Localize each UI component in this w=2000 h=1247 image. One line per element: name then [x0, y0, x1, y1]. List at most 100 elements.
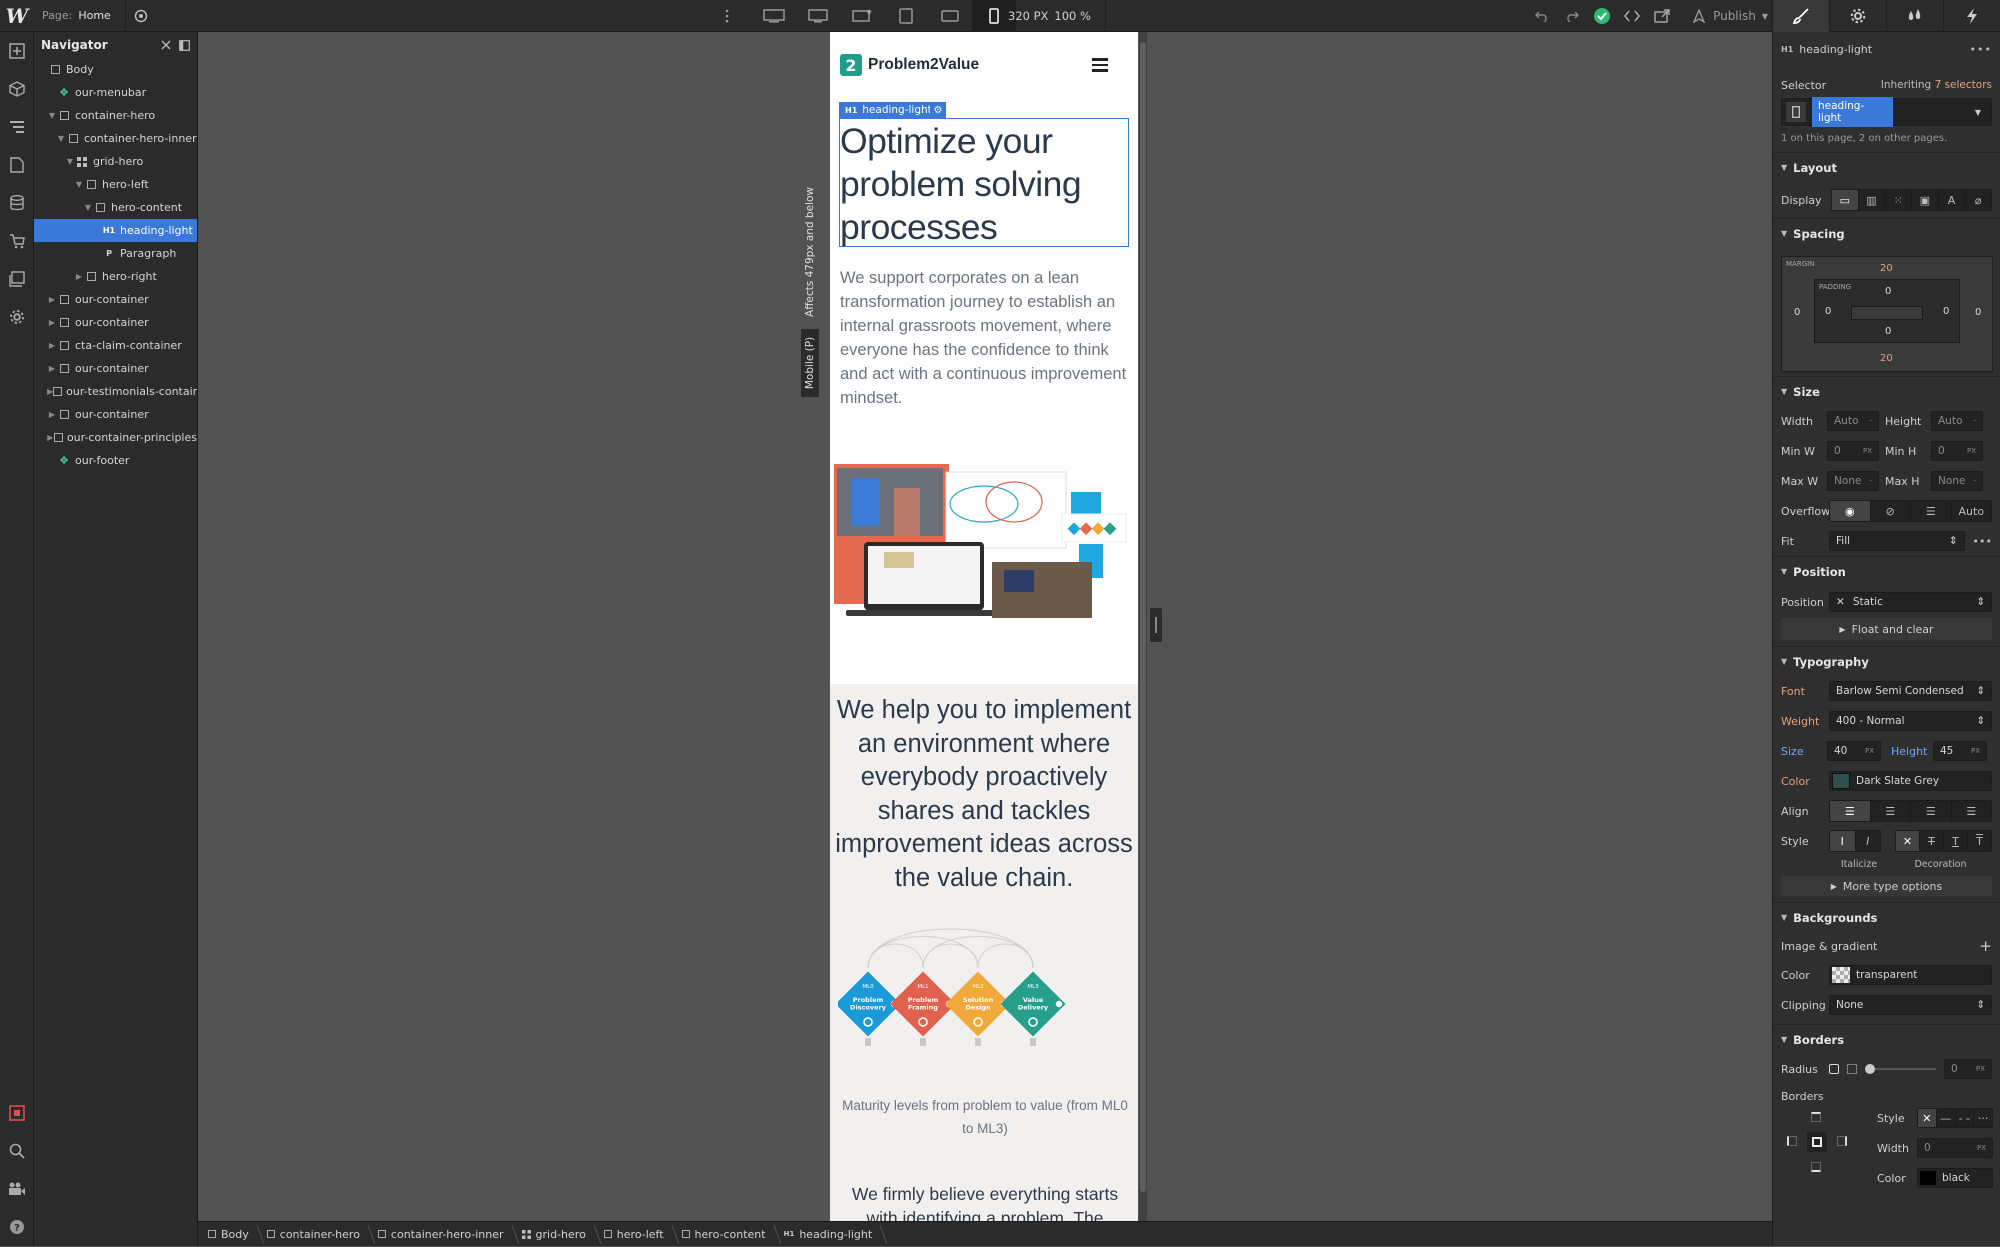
strikethrough-icon[interactable]: T: [1920, 831, 1944, 851]
selected-element-tag[interactable]: H1 heading-light: [839, 102, 938, 118]
help-icon[interactable]: ?: [0, 1208, 34, 1246]
minh-input[interactable]: 0 PX: [1931, 441, 1983, 461]
chevron-down-icon[interactable]: ▼: [56, 134, 66, 143]
minw-input[interactable]: 0 PX: [1827, 441, 1879, 461]
decoration-none-icon[interactable]: ✕: [1896, 831, 1920, 851]
navigator-item[interactable]: P Paragraph: [34, 242, 197, 265]
navigator-icon[interactable]: [0, 108, 34, 146]
breadcrumb-item[interactable]: container-hero: [257, 1222, 368, 1247]
selector-chip[interactable]: heading-light: [1812, 97, 1894, 127]
border-all-icon[interactable]: [1807, 1132, 1827, 1152]
breakpoint-desktop-icon[interactable]: ★: [840, 0, 884, 32]
font-select[interactable]: Barlow Semi Condensed ⇕: [1829, 681, 1992, 701]
border-color-input[interactable]: black: [1917, 1168, 1993, 1188]
size-section-header[interactable]: ▼ Size: [1773, 376, 2000, 406]
float-clear-toggle[interactable]: ▶ Float and clear: [1781, 618, 1992, 640]
navigator-item[interactable]: ▶ cta-claim-container: [34, 334, 197, 357]
chevron-down-icon[interactable]: ▼: [83, 203, 93, 212]
italic-on-icon[interactable]: I: [1856, 831, 1881, 851]
interactions-bolt-icon[interactable]: [1943, 0, 2000, 32]
spacing-section-header[interactable]: ▼ Spacing: [1773, 218, 2000, 248]
style-manager-drops-icon[interactable]: [1886, 0, 1943, 32]
add-icon[interactable]: +: [1979, 937, 1992, 955]
border-dotted-icon[interactable]: ···: [1974, 1109, 1992, 1127]
display-block-icon[interactable]: ▭: [1832, 190, 1859, 210]
display-inline-block-icon[interactable]: ▣: [1912, 190, 1939, 210]
chevron-down-icon[interactable]: ▼: [74, 180, 84, 189]
position-select[interactable]: ✕ Static ⇕: [1829, 592, 1992, 612]
display-none-icon[interactable]: ⌀: [1965, 190, 1991, 210]
display-flex-icon[interactable]: ▥: [1859, 190, 1886, 210]
hamburger-menu-icon[interactable]: [1092, 58, 1108, 75]
inheriting-count[interactable]: 7 selectors: [1935, 79, 1992, 91]
selector-field[interactable]: heading-light ▼: [1781, 97, 1992, 127]
italic-off-icon[interactable]: I: [1830, 831, 1856, 851]
hero-paragraph[interactable]: We support corporates on a lean transfor…: [840, 266, 1130, 410]
align-justify-icon[interactable]: ☰: [1952, 801, 1992, 821]
breakpoint-tablet-icon[interactable]: [884, 0, 928, 32]
overflow-scroll-icon[interactable]: ☰: [1911, 501, 1952, 521]
more-options-icon[interactable]: •••: [1970, 43, 1992, 56]
border-bottom-icon[interactable]: [1811, 1162, 1821, 1172]
breadcrumb-item[interactable]: Body: [198, 1222, 257, 1247]
breakpoint-landscape-icon[interactable]: [928, 0, 972, 32]
border-solid-icon[interactable]: —: [1937, 1109, 1956, 1127]
breadcrumb-item[interactable]: grid-hero: [512, 1222, 594, 1247]
maturity-level[interactable]: ML2SolutionDesign: [945, 971, 1011, 1046]
align-right-icon[interactable]: ☰: [1911, 801, 1952, 821]
navigator-item[interactable]: ▼ grid-hero: [34, 150, 197, 173]
export-icon[interactable]: [1647, 0, 1677, 32]
width-input[interactable]: Auto -: [1827, 411, 1879, 431]
bg-color-input[interactable]: transparent: [1829, 965, 1992, 985]
maturity-level[interactable]: ML0ProblemDiscovery: [838, 971, 901, 1046]
margin-left[interactable]: 0: [1794, 307, 1800, 318]
radius-all-icon[interactable]: [1829, 1064, 1839, 1074]
chevron-down-icon[interactable]: ▼: [1975, 108, 1981, 117]
add-panel-icon[interactable]: [0, 32, 34, 70]
more-vertical-icon[interactable]: [712, 0, 742, 32]
maturity-levels-diagram[interactable]: ML0ProblemDiscoveryML1ProblemFramingML2S…: [838, 920, 1130, 1068]
display-grid-icon[interactable]: ⁙: [1885, 190, 1913, 210]
border-none-icon[interactable]: ✕: [1918, 1109, 1937, 1127]
site-settings-gear-icon[interactable]: [0, 298, 34, 336]
radius-input[interactable]: 0 PX: [1944, 1059, 1992, 1079]
navigator-item[interactable]: ❖ our-menubar: [34, 81, 197, 104]
margin-top[interactable]: 20: [1880, 263, 1893, 274]
navigator-item[interactable]: ▶ our-container: [34, 403, 197, 426]
padding-top[interactable]: 0: [1885, 286, 1891, 297]
borders-section-header[interactable]: ▼ Borders: [1773, 1024, 2000, 1054]
navigator-item[interactable]: ▼ hero-left: [34, 173, 197, 196]
margin-right[interactable]: 0: [1975, 307, 1981, 318]
chevron-right-icon[interactable]: ▶: [47, 341, 57, 350]
height-input[interactable]: Auto -: [1931, 411, 1983, 431]
maturity-level[interactable]: ML1ProblemFraming: [890, 971, 956, 1046]
overflow-hidden-icon[interactable]: ⊘: [1871, 501, 1911, 521]
navigator-item[interactable]: ▶ our-testimonials-containe: [34, 380, 197, 403]
hero-heading[interactable]: Optimize your problem solving processes: [840, 120, 1125, 249]
symbols-cube-icon[interactable]: [0, 70, 34, 108]
element-settings-gear-icon[interactable]: ⚙: [930, 102, 946, 118]
breadcrumb-item[interactable]: hero-left: [594, 1222, 672, 1247]
maxw-input[interactable]: None -: [1827, 471, 1879, 491]
chevron-down-icon[interactable]: ▼: [65, 157, 75, 166]
border-color-swatch[interactable]: [1920, 1171, 1936, 1185]
overflow-auto[interactable]: Auto: [1952, 501, 1992, 521]
margin-bottom[interactable]: 20: [1880, 353, 1893, 364]
clipping-select[interactable]: None ⇕: [1829, 995, 1992, 1015]
status-check-icon[interactable]: [1587, 0, 1617, 32]
more-options-icon[interactable]: •••: [1973, 535, 1992, 548]
chevron-right-icon[interactable]: ▶: [47, 433, 54, 442]
radius-individual-icon[interactable]: [1847, 1064, 1857, 1074]
chevron-right-icon[interactable]: ▶: [47, 410, 57, 419]
radius-slider[interactable]: [1865, 1064, 1936, 1074]
canvas-width[interactable]: 320 PX: [1008, 9, 1048, 23]
ecommerce-cart-icon[interactable]: [0, 222, 34, 260]
navigator-item[interactable]: ▶ our-container: [34, 288, 197, 311]
maturity-caption[interactable]: Maturity levels from problem to value (f…: [840, 1094, 1130, 1140]
overline-icon[interactable]: T: [1968, 831, 1991, 851]
border-top-icon[interactable]: [1811, 1112, 1821, 1122]
typography-section-header[interactable]: ▼ Typography: [1773, 646, 2000, 676]
navigator-item[interactable]: H1 heading-light: [34, 219, 197, 242]
section-heading[interactable]: We help you to implement an environment …: [834, 694, 1134, 895]
border-right-icon[interactable]: [1837, 1136, 1847, 1146]
